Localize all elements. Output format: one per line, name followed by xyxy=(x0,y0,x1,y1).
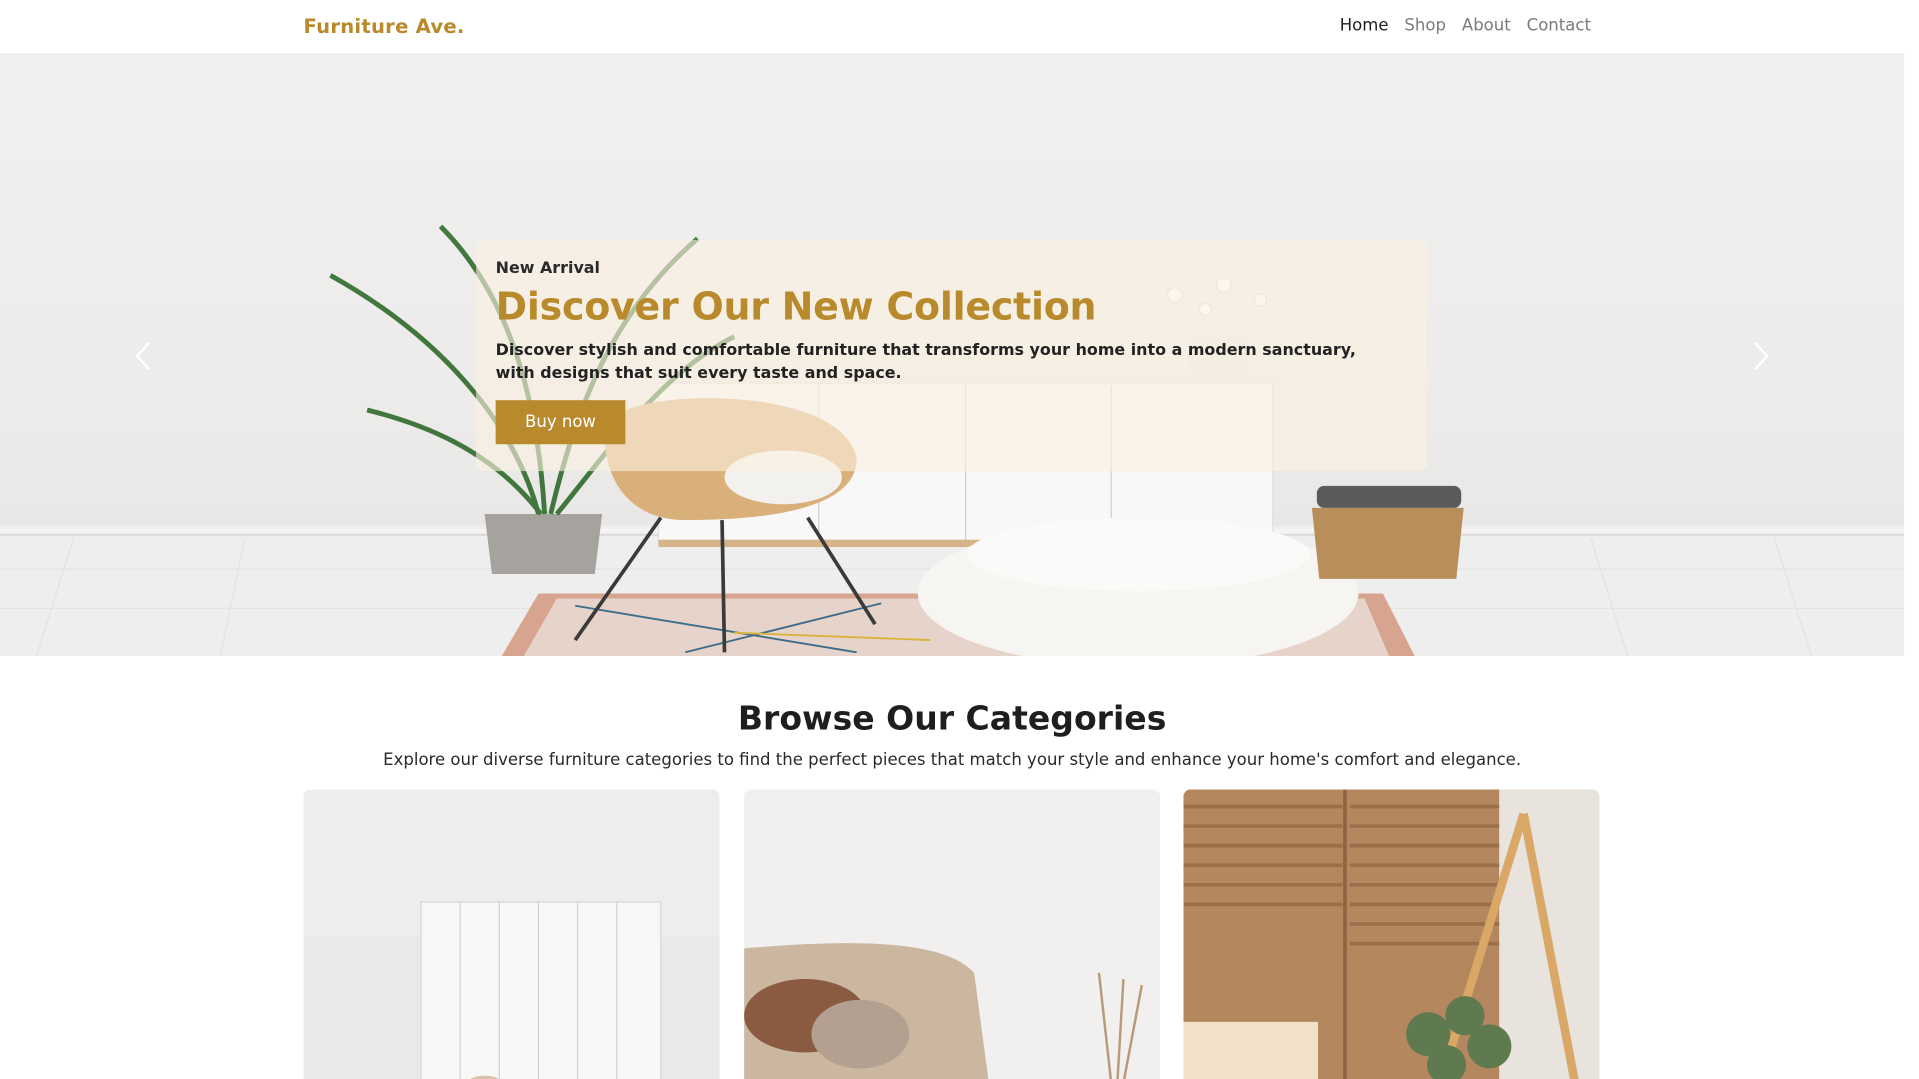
hero-description: Discover stylish and comfortable furnitu… xyxy=(495,341,1356,384)
category-card-2[interactable] xyxy=(744,789,1161,1079)
hero-caption: New Arrival Discover Our New Collection … xyxy=(476,239,1427,472)
buy-now-button[interactable]: Buy now xyxy=(495,400,626,445)
hero-kicker: New Arrival xyxy=(495,259,601,278)
category-card-1[interactable] xyxy=(303,789,720,1079)
main-nav: Home Shop About Contact xyxy=(1340,16,1591,36)
category-card-3[interactable] xyxy=(1183,789,1600,1079)
category-image-3 xyxy=(1183,789,1600,1079)
brand-logo[interactable]: Furniture Ave. xyxy=(304,15,465,38)
chevron-left-icon xyxy=(135,341,151,371)
hero-title: Discover Our New Collection xyxy=(495,285,1097,330)
nav-item-shop[interactable]: Shop xyxy=(1404,16,1446,36)
category-image-2 xyxy=(744,789,1161,1079)
nav-item-about[interactable]: About xyxy=(1462,16,1511,36)
chevron-right-icon xyxy=(1754,341,1769,371)
hero-carousel: New Arrival Discover Our New Collection … xyxy=(0,55,1905,656)
nav-item-contact[interactable]: Contact xyxy=(1527,16,1591,36)
page-viewport: Furniture Ave. Home Shop About Contact N… xyxy=(0,0,1905,1079)
nav-item-home[interactable]: Home xyxy=(1340,16,1389,36)
navbar: Furniture Ave. Home Shop About Contact xyxy=(0,0,1905,56)
carousel-next-button[interactable] xyxy=(1745,338,1774,375)
category-image-1 xyxy=(303,789,720,1079)
carousel-prev-button[interactable] xyxy=(130,338,159,375)
categories-subtitle: Explore our diverse furniture categories… xyxy=(383,750,1522,770)
categories-title: Browse Our Categories xyxy=(737,700,1167,738)
